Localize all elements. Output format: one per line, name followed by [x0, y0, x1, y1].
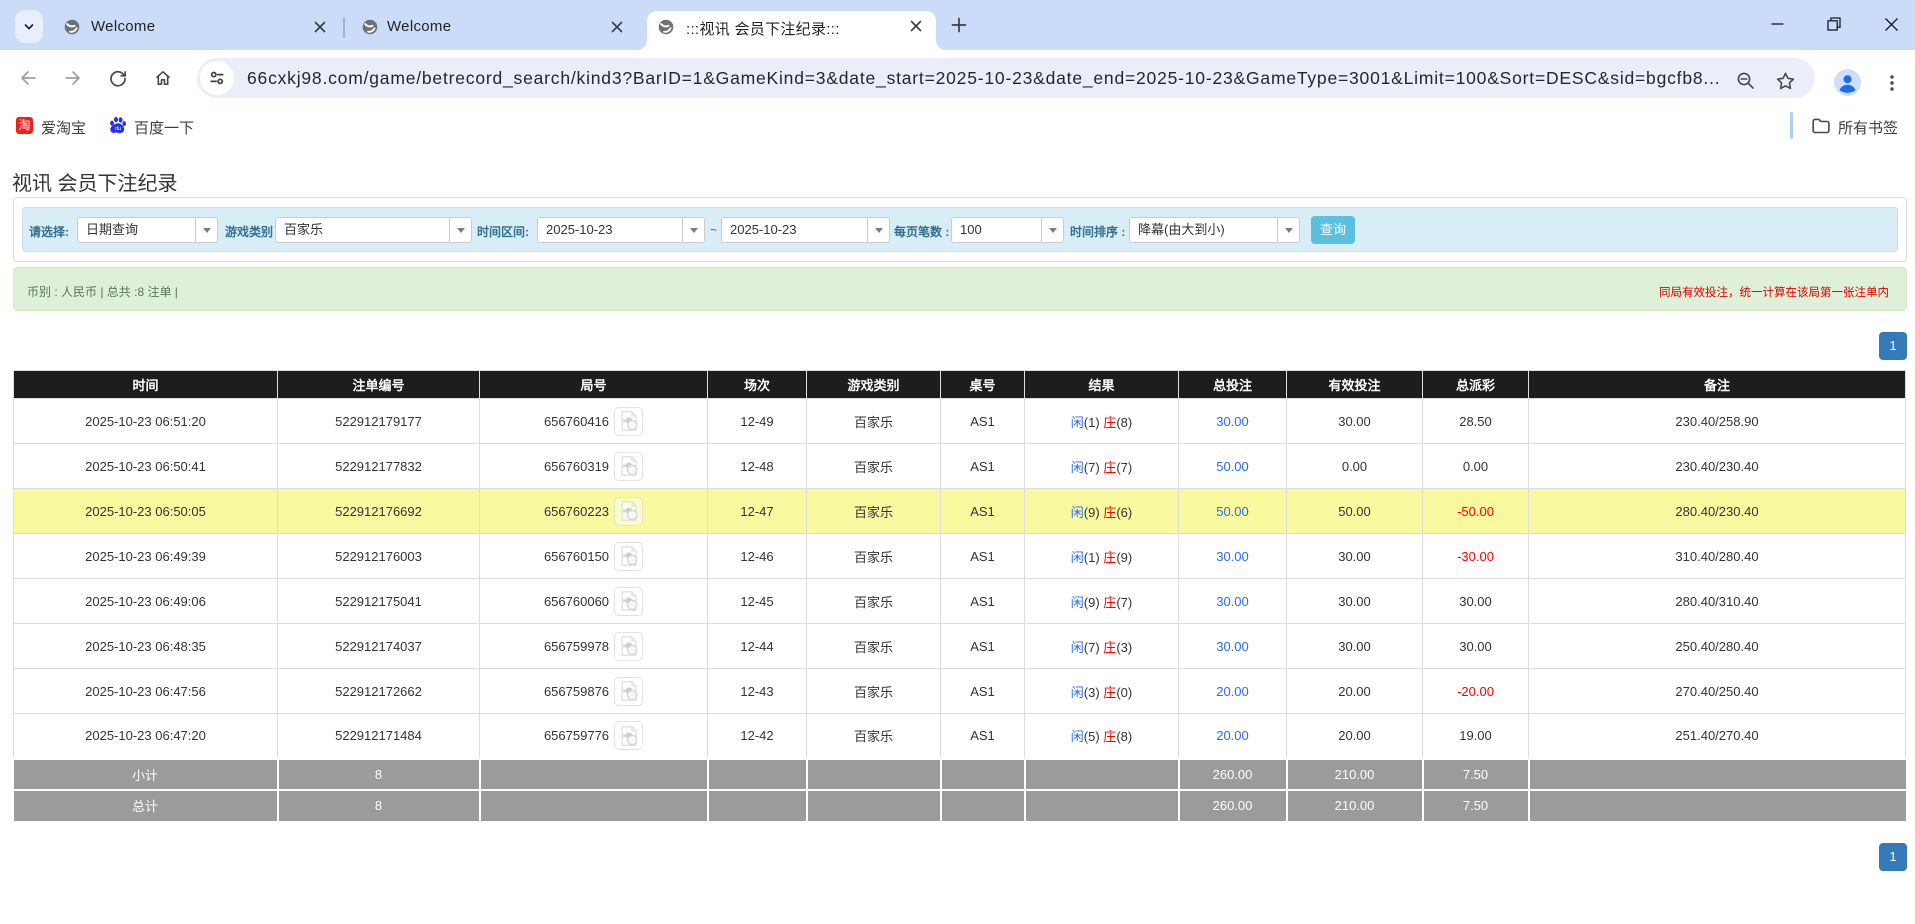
svg-text:du: du — [115, 126, 121, 132]
